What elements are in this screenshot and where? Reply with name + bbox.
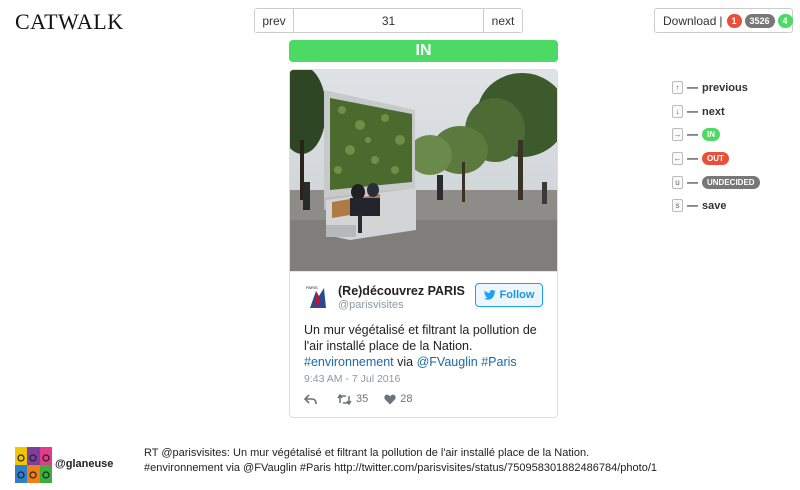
like-count: 28 bbox=[400, 393, 413, 405]
follow-button[interactable]: Follow bbox=[475, 283, 543, 307]
reply-button[interactable] bbox=[304, 393, 321, 405]
shortcut-label-undecided: UNDECIDED bbox=[702, 176, 760, 189]
reply-icon bbox=[304, 393, 317, 404]
tweet-hashtag-paris[interactable]: #Paris bbox=[481, 355, 516, 369]
tweet-via: via bbox=[397, 355, 414, 369]
shortcut-out: ← — OUT bbox=[672, 152, 729, 165]
tweet-author-handle[interactable]: @parisvisites bbox=[338, 299, 404, 311]
retweeter-handle[interactable]: @glaneuse bbox=[55, 458, 113, 470]
heart-icon bbox=[384, 394, 396, 404]
tweet-text-line2: l'air installé place de la Nation. bbox=[304, 339, 473, 353]
pager: prev next bbox=[254, 8, 523, 33]
prev-button[interactable]: prev bbox=[255, 9, 294, 32]
shortcut-label-save: save bbox=[702, 199, 727, 212]
tweet-photo bbox=[290, 70, 557, 271]
shortcut-label-next: next bbox=[702, 105, 725, 118]
like-button[interactable]: 28 bbox=[384, 393, 413, 405]
tweet-avatar[interactable]: PARIS bbox=[304, 282, 332, 310]
in-count-badge: 4 bbox=[777, 13, 793, 28]
shortcut-undecided: u — UNDECIDED bbox=[672, 176, 760, 189]
svg-text:PARIS: PARIS bbox=[306, 285, 318, 290]
tweet-hashtag-environnement[interactable]: #environnement bbox=[304, 355, 394, 369]
download-label: Download bbox=[663, 13, 717, 28]
shortcut-in: → — IN bbox=[672, 128, 720, 141]
shortcut-label-in: IN bbox=[702, 128, 720, 141]
tweet-text-line1: Un mur végétalisé et filtrant la polluti… bbox=[304, 323, 537, 337]
key-left: ← bbox=[672, 152, 683, 165]
raw-text-line1: RT @parisvisites: Un mur végétalisé et f… bbox=[144, 447, 590, 459]
retweet-count: 35 bbox=[356, 393, 369, 405]
tweet-date[interactable]: 9:43 AM - 7 Jul 2016 bbox=[304, 373, 400, 385]
key-up: ↑ bbox=[672, 81, 683, 94]
tweet-author-name[interactable]: (Re)découvrez PARIS bbox=[338, 284, 465, 298]
out-count-badge: 1 bbox=[726, 13, 742, 28]
shortcut-next: ↓ — next bbox=[672, 105, 725, 118]
tweet-actions: 35 28 bbox=[304, 393, 429, 405]
status-bar: IN bbox=[289, 40, 558, 62]
key-s: s bbox=[672, 199, 683, 212]
key-down: ↓ bbox=[672, 105, 683, 118]
raw-text-line2: #environnement via @FVauglin #Paris http… bbox=[144, 462, 657, 474]
retweet-button[interactable]: 35 bbox=[337, 393, 368, 405]
shortcut-label-out: OUT bbox=[702, 152, 729, 165]
key-u: u bbox=[672, 176, 683, 189]
next-button[interactable]: next bbox=[483, 9, 522, 32]
tweet-mention-fvauglin[interactable]: @FVauglin bbox=[417, 355, 478, 369]
retweet-icon bbox=[337, 393, 352, 405]
download-button[interactable]: Download | 1 3526 4 bbox=[654, 8, 793, 33]
key-right: → bbox=[672, 128, 683, 141]
app-logo[interactable]: CATWALK bbox=[15, 9, 124, 35]
tweet-raw-text: RT @parisvisites: Un mur végétalisé et f… bbox=[144, 446, 784, 476]
twitter-bird-icon bbox=[483, 290, 496, 300]
tweet-embed: PARIS (Re)découvrez PARIS @parisvisites … bbox=[290, 271, 557, 417]
follow-label: Follow bbox=[499, 289, 535, 301]
page-number-input[interactable] bbox=[294, 9, 483, 32]
shortcut-label-previous: previous bbox=[702, 81, 748, 94]
shortcut-previous: ↑ — previous bbox=[672, 81, 748, 94]
user-avatar[interactable] bbox=[15, 447, 52, 483]
download-separator: | bbox=[719, 13, 723, 28]
shortcut-save: s — save bbox=[672, 199, 726, 212]
undecided-count-badge: 3526 bbox=[744, 13, 775, 28]
tweet-card: PARIS (Re)découvrez PARIS @parisvisites … bbox=[289, 69, 558, 418]
tweet-text: Un mur végétalisé et filtrant la polluti… bbox=[304, 322, 544, 370]
